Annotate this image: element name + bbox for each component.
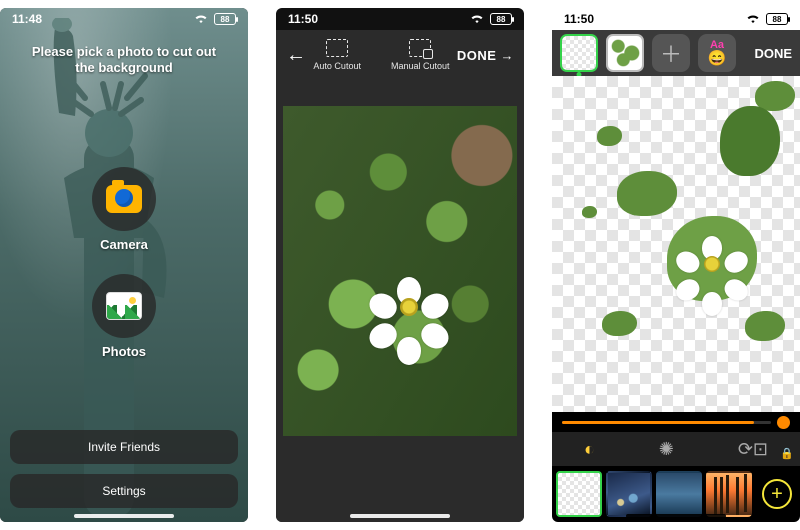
bg-option-bokeh[interactable] xyxy=(606,471,652,517)
auto-cutout-label: Auto Cutout xyxy=(313,61,361,71)
status-bar: 11:50 88 xyxy=(276,8,524,30)
home-indicator[interactable] xyxy=(350,514,450,518)
camera-icon xyxy=(106,185,142,213)
flower-subject xyxy=(378,276,440,338)
battery-icon: 88 xyxy=(214,13,236,25)
screen-compose: 11:50 88 ＋ Aa 😄 DONE ◐ ✺ ⟳⊡ xyxy=(552,8,800,522)
photos-icon xyxy=(106,292,142,320)
source-photo xyxy=(283,106,517,436)
brightness-tab[interactable]: ✺ xyxy=(659,439,674,460)
editor-toolbar: ← Auto Cutout Manual Cutout DONE → xyxy=(276,30,524,80)
auto-cutout-button[interactable]: Auto Cutout xyxy=(313,39,361,71)
status-bar: 11:48 88 xyxy=(0,8,248,30)
camera-button[interactable] xyxy=(92,167,156,231)
wifi-icon xyxy=(194,14,208,24)
bg-option-blue-gradient[interactable] xyxy=(656,471,702,517)
back-button[interactable]: ← xyxy=(286,44,306,67)
page-title: Please pick a photo to cut outthe backgr… xyxy=(32,44,216,77)
emoji-icon: 😄 xyxy=(708,51,727,66)
add-background-button[interactable]: + xyxy=(762,479,792,509)
home-indicator[interactable] xyxy=(626,514,726,518)
battery-icon: 88 xyxy=(766,13,788,25)
add-layer-button[interactable]: ＋ xyxy=(652,34,690,72)
clock: 11:48 xyxy=(12,12,42,26)
adjust-tabs: ◐ ✺ ⟳⊡ xyxy=(552,432,800,466)
clock: 11:50 xyxy=(288,12,318,26)
done-button[interactable]: DONE → xyxy=(457,48,514,63)
plus-icon: ＋ xyxy=(660,37,682,69)
cutout-result xyxy=(552,76,800,412)
contrast-tab[interactable]: ◐ xyxy=(584,439,595,460)
screen-home: 11:48 88 Please pick a photo to cut outt… xyxy=(0,8,248,522)
bg-option-transparent[interactable] xyxy=(556,471,602,517)
editor-canvas[interactable] xyxy=(276,80,524,462)
adjust-slider[interactable] xyxy=(552,412,800,432)
flower-cutout[interactable] xyxy=(684,236,740,292)
photos-label: Photos xyxy=(102,344,146,359)
bg-option-sunset-palms[interactable] xyxy=(706,471,752,517)
wifi-icon xyxy=(470,14,484,24)
slider-track[interactable] xyxy=(562,421,771,424)
layer-thumb-cutout[interactable] xyxy=(606,34,644,72)
clock: 11:50 xyxy=(564,12,594,26)
manual-cutout-button[interactable]: Manual Cutout xyxy=(391,39,450,71)
battery-icon: 88 xyxy=(490,13,512,25)
screen-cutout-editor: 11:50 88 ← Auto Cutout Manual Cutout DON… xyxy=(276,8,524,522)
camera-label: Camera xyxy=(100,237,148,252)
auto-cutout-icon xyxy=(326,39,348,57)
status-bar: 11:50 88 xyxy=(552,8,800,30)
manual-cutout-icon xyxy=(409,39,431,57)
compose-canvas[interactable] xyxy=(552,76,800,412)
bottom-strip xyxy=(276,462,524,522)
manual-cutout-label: Manual Cutout xyxy=(391,61,450,71)
crop-tab[interactable]: ⟳⊡ xyxy=(738,439,768,460)
photos-button[interactable] xyxy=(92,274,156,338)
text-sticker-button[interactable]: Aa 😄 xyxy=(698,34,736,72)
layers-toolbar: ＋ Aa 😄 DONE xyxy=(552,30,800,76)
done-button[interactable]: DONE xyxy=(754,46,792,61)
wifi-icon xyxy=(746,14,760,24)
slider-knob[interactable] xyxy=(777,416,790,429)
layer-thumb-background[interactable] xyxy=(560,34,598,72)
lock-icon: 🔒 xyxy=(780,447,794,460)
